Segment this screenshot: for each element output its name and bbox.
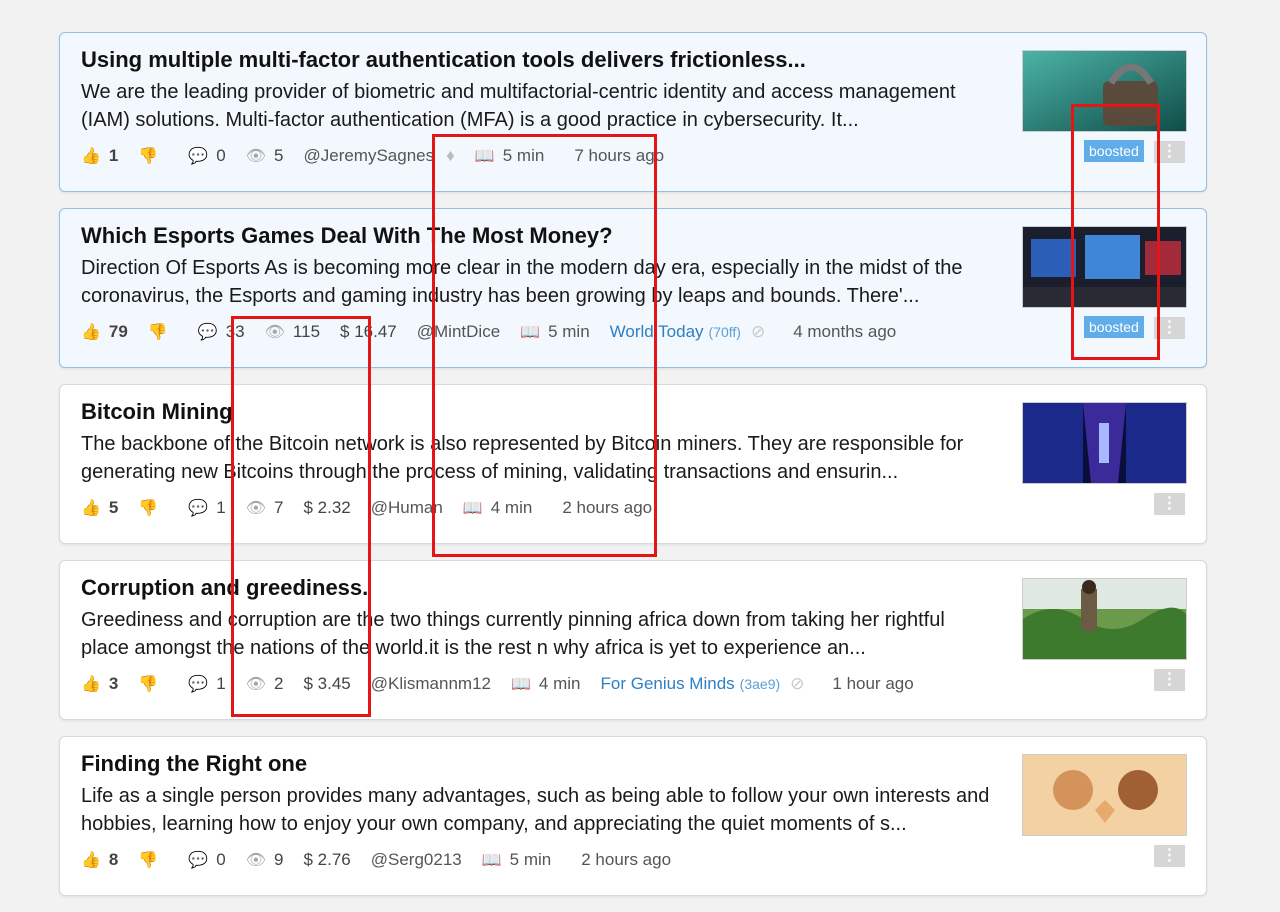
comment-icon: 💬 — [188, 676, 209, 693]
comments-stat[interactable]: 💬 1 — [188, 674, 225, 694]
comment-icon: 💬 — [188, 148, 209, 165]
more-options-button[interactable]: ⋮ — [1154, 845, 1185, 867]
upvote-button[interactable]: 👍 1 — [81, 146, 118, 166]
upvote-count: 79 — [108, 322, 128, 341]
comment-icon: 💬 — [188, 852, 209, 869]
upvote-count: 8 — [108, 850, 119, 869]
book-icon: 📖 — [481, 852, 502, 869]
book-icon: 📖 — [511, 676, 531, 693]
ban-icon: ⊘ — [750, 322, 766, 341]
downvote-button[interactable]: 👎 — [138, 674, 166, 694]
community-link[interactable]: For Genius Minds (3ae9) — [601, 674, 781, 694]
earnings: $ 2.76 — [303, 850, 351, 869]
post-card[interactable]: Finding the Right one Life as a single p… — [59, 736, 1207, 896]
upvote-count: 3 — [108, 674, 119, 693]
eye-icon: 👁 — [245, 148, 267, 165]
post-thumbnail[interactable] — [1022, 402, 1187, 484]
thumbs-down-icon: 👎 — [147, 324, 168, 341]
view-count: 5 — [274, 146, 284, 165]
downvote-button[interactable]: 👎 — [138, 498, 166, 518]
comment-count: 1 — [216, 674, 226, 693]
thumbs-up-icon: 👍 — [81, 324, 101, 341]
annotation-box-views-earnings — [231, 316, 371, 717]
author-link[interactable]: @JeremySagnes — [303, 146, 434, 166]
more-options-button[interactable]: ⋮ — [1154, 493, 1185, 515]
read-time-value: 4 min — [538, 674, 581, 693]
comments-stat[interactable]: 💬 0 — [188, 146, 225, 166]
post-meta: 👍 3 👎 💬 1 👁 2 $ 3.45 @Klismannm12 📖 4 min Fo… — [81, 674, 934, 694]
thumbs-down-icon: 👎 — [138, 852, 159, 869]
post-time[interactable]: 4 months ago — [793, 322, 896, 342]
post-title[interactable]: Corruption and greediness. — [81, 575, 1001, 601]
post-time[interactable]: 1 hour ago — [832, 674, 913, 694]
post-excerpt: Life as a single person provides many ad… — [81, 785, 990, 835]
downvote-button[interactable]: 👎 — [138, 850, 166, 870]
post-title[interactable]: Using multiple multi-factor authenticati… — [81, 47, 1001, 73]
thumbs-down-icon: 👎 — [138, 500, 159, 517]
upvote-count: 1 — [108, 146, 119, 165]
comment-count: 0 — [216, 146, 226, 165]
author-link[interactable]: @Serg0213 — [371, 850, 462, 870]
upvote-count: 5 — [108, 498, 119, 517]
upvote-button[interactable]: 👍 8 — [81, 850, 118, 870]
thumbs-up-icon: 👍 — [81, 148, 101, 165]
read-time: 📖 4 min — [511, 674, 581, 694]
thumbs-up-icon: 👍 — [81, 676, 101, 693]
post-title[interactable]: Finding the Right one — [81, 751, 1001, 777]
comments-stat[interactable]: 💬 1 — [188, 498, 225, 518]
read-time-value: 5 min — [509, 850, 552, 869]
eye-icon: 👁 — [245, 852, 267, 869]
comments-stat[interactable]: 💬 0 — [188, 850, 225, 870]
ban-icon: ⊘ — [790, 674, 805, 693]
downvote-button[interactable]: 👎 — [138, 146, 166, 166]
community-code: (70ff) — [708, 324, 741, 340]
comment-icon: 💬 — [188, 500, 209, 517]
comment-count: 0 — [216, 850, 226, 869]
post-excerpt: Greediness and corruption are the two th… — [81, 609, 945, 659]
post-thumbnail[interactable] — [1022, 754, 1187, 836]
community-name: For Genius Minds — [600, 674, 735, 693]
comment-icon: 💬 — [197, 324, 218, 341]
annotation-box-read-time — [432, 134, 657, 557]
views-stat: 👁 5 — [246, 146, 284, 166]
author-link[interactable]: @Klismannm12 — [371, 674, 491, 694]
more-options-button[interactable]: ⋮ — [1154, 669, 1185, 691]
read-time: 📖 5 min — [482, 850, 552, 870]
comment-count: 1 — [216, 498, 226, 517]
community-code: (3ae9) — [739, 676, 781, 692]
post-meta: 👍 8 👎 💬 0 👁 9 $ 2.76 @Serg0213 📖 5 min 2 hou… — [81, 850, 691, 870]
post-excerpt: We are the leading provider of biometric… — [81, 81, 956, 131]
thumbs-up-icon: 👍 — [81, 852, 101, 869]
view-count: 9 — [274, 850, 284, 869]
thumbs-up-icon: 👍 — [81, 500, 101, 517]
thumbs-down-icon: 👎 — [138, 148, 159, 165]
views-stat: 👁 9 — [246, 850, 284, 870]
upvote-button[interactable]: 👍 3 — [81, 674, 118, 694]
upvote-button[interactable]: 👍 79 — [81, 322, 128, 342]
upvote-button[interactable]: 👍 5 — [81, 498, 118, 518]
post-thumbnail[interactable] — [1022, 578, 1187, 660]
downvote-button[interactable]: 👎 — [148, 322, 176, 342]
post-time[interactable]: 2 hours ago — [581, 850, 671, 870]
thumbs-down-icon: 👎 — [138, 676, 159, 693]
annotation-box-boosted — [1071, 104, 1160, 360]
